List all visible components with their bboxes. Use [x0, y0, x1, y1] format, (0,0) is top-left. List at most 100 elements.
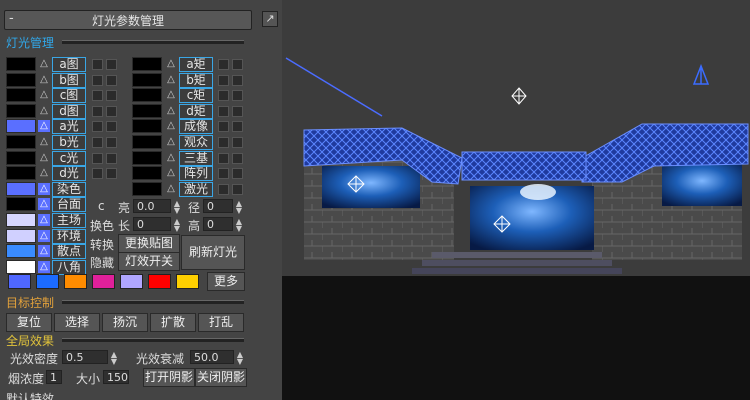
visible-checkbox[interactable] [92, 74, 103, 86]
left-light-label[interactable]: 八角 [52, 259, 86, 275]
right-light-label[interactable]: d矩 [179, 103, 213, 119]
select-checkbox[interactable] [106, 90, 117, 102]
more-button[interactable]: 更多 [207, 272, 245, 291]
left-light-swatch[interactable] [6, 181, 36, 196]
visible-checkbox[interactable] [92, 90, 103, 102]
left-light-swatch[interactable] [6, 197, 36, 212]
left-light-label[interactable]: a图 [52, 57, 86, 72]
visible-checkbox[interactable] [218, 121, 229, 133]
left-light-swatch[interactable] [6, 135, 36, 149]
right-light-label[interactable]: 观众 [179, 135, 213, 150]
left-light-swatch[interactable] [6, 228, 36, 243]
right-light-swatch[interactable] [132, 57, 162, 71]
select-checkbox[interactable] [106, 137, 117, 148]
select-checkbox[interactable] [232, 137, 243, 148]
right-light-swatch[interactable] [132, 135, 162, 149]
decay-input[interactable]: 50.0 ▲ ▼ [190, 350, 243, 366]
triangle-icon[interactable]: △ [38, 136, 50, 148]
panel-header[interactable]: - 灯光参数管理 [4, 10, 252, 30]
select-checkbox[interactable] [106, 121, 117, 133]
brightness-input[interactable]: 0.0 ▲ ▼ [133, 199, 180, 215]
right-light-label[interactable]: a矩 [179, 57, 213, 72]
left-light-swatch[interactable] [6, 150, 36, 165]
triangle-icon[interactable]: △ [38, 58, 50, 70]
visible-checkbox[interactable] [218, 168, 229, 180]
left-light-label[interactable]: c光 [52, 150, 86, 166]
triangle-icon[interactable]: △ [38, 245, 50, 258]
triangle-icon[interactable]: △ [38, 120, 50, 133]
select-checkbox[interactable] [106, 59, 117, 70]
select-checkbox[interactable] [232, 121, 243, 133]
visible-checkbox[interactable] [218, 183, 229, 195]
left-light-swatch[interactable] [6, 166, 36, 181]
target-control-button[interactable]: 扩散 [150, 313, 196, 332]
triangle-icon[interactable]: △ [165, 105, 177, 117]
left-light-label[interactable]: d光 [52, 166, 86, 182]
select-checkbox[interactable] [232, 105, 243, 117]
triangle-icon[interactable]: △ [165, 120, 177, 132]
close-shadow-button[interactable]: 关闭阴影 [195, 368, 247, 387]
section-special[interactable]: 默认特效 [6, 390, 54, 400]
left-light-label[interactable]: 染色 [52, 181, 86, 197]
left-light-label[interactable]: a光 [52, 119, 86, 135]
select-checkbox[interactable] [232, 168, 243, 180]
triangle-icon[interactable]: △ [38, 152, 50, 164]
left-light-swatch[interactable] [6, 88, 36, 103]
triangle-icon[interactable]: △ [165, 167, 177, 179]
refresh-light-button[interactable]: 刷新灯光 [181, 235, 245, 270]
light-effect-toggle-button[interactable]: 灯效开关 [118, 252, 180, 271]
pin-icon[interactable]: ↗ [262, 11, 278, 27]
height-input[interactable]: 0 ▲ ▼ [203, 217, 242, 233]
radius-input[interactable]: 0 ▲ ▼ [203, 199, 242, 215]
left-light-swatch[interactable] [6, 57, 36, 71]
triangle-icon[interactable]: △ [165, 152, 177, 164]
visible-checkbox[interactable] [92, 121, 103, 133]
triangle-icon[interactable]: △ [38, 182, 50, 195]
right-light-label[interactable]: c矩 [179, 88, 213, 104]
visible-checkbox[interactable] [218, 90, 229, 102]
triangle-icon[interactable]: △ [38, 74, 50, 86]
right-light-swatch[interactable] [132, 181, 162, 196]
right-light-label[interactable]: 激光 [179, 181, 213, 197]
select-checkbox[interactable] [232, 90, 243, 102]
replace-texture-button[interactable]: 更换贴图 [118, 234, 180, 253]
left-light-label[interactable]: b光 [52, 135, 86, 150]
right-light-label[interactable]: 三基 [179, 150, 213, 166]
left-light-label[interactable]: c图 [52, 88, 86, 104]
palette-color-swatch[interactable] [176, 274, 199, 289]
section-target[interactable]: 目标控制 [6, 294, 54, 311]
left-light-label[interactable]: 台面 [52, 197, 86, 213]
right-light-label[interactable]: 阵列 [179, 166, 213, 182]
triangle-icon[interactable]: △ [38, 198, 50, 211]
visible-checkbox[interactable] [218, 105, 229, 117]
smoke-density-input[interactable]: 1 [46, 370, 62, 384]
triangle-icon[interactable]: △ [38, 105, 50, 117]
left-light-label[interactable]: b图 [52, 72, 86, 88]
palette-color-swatch[interactable] [92, 274, 115, 289]
visible-checkbox[interactable] [218, 152, 229, 164]
visible-checkbox[interactable] [92, 59, 103, 70]
section-light-mgmt[interactable]: 灯光管理 [6, 34, 54, 51]
hide-button[interactable]: 隐藏 [90, 254, 114, 271]
palette-color-swatch[interactable] [148, 274, 171, 289]
select-checkbox[interactable] [232, 59, 243, 70]
visible-checkbox[interactable] [218, 59, 229, 70]
visible-checkbox[interactable] [92, 137, 103, 148]
select-checkbox[interactable] [106, 168, 117, 180]
left-light-swatch[interactable] [6, 244, 36, 259]
left-light-label[interactable]: d图 [52, 103, 86, 119]
3d-viewport[interactable] [282, 0, 750, 400]
visible-checkbox[interactable] [218, 74, 229, 86]
open-shadow-button[interactable]: 打开阴影 [143, 368, 195, 387]
visible-checkbox[interactable] [92, 168, 103, 180]
target-control-button[interactable]: 扬沉 [102, 313, 148, 332]
triangle-icon[interactable]: △ [165, 183, 177, 195]
select-checkbox[interactable] [232, 74, 243, 86]
right-light-swatch[interactable] [132, 88, 162, 103]
triangle-icon[interactable]: △ [165, 74, 177, 86]
select-checkbox[interactable] [106, 105, 117, 117]
left-light-swatch[interactable] [6, 72, 36, 87]
target-control-button[interactable]: 复位 [6, 313, 52, 332]
triangle-icon[interactable]: △ [165, 58, 177, 70]
convert-button[interactable]: 转换 [90, 236, 114, 253]
